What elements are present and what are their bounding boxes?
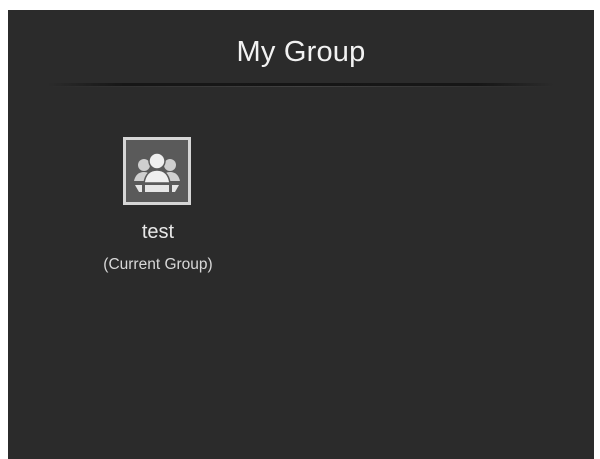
my-group-screen: My Group test (Current Group) xyxy=(8,10,594,459)
title-divider-highlight xyxy=(48,86,554,87)
group-item-test[interactable]: test (Current Group) xyxy=(88,135,228,285)
group-name: test xyxy=(141,221,175,243)
group-icon-frame xyxy=(123,137,191,205)
title-bar: My Group xyxy=(8,10,594,84)
group-status-label: (Current Group) xyxy=(103,256,213,273)
group-people-icon xyxy=(131,145,183,197)
page-title: My Group xyxy=(236,36,366,68)
